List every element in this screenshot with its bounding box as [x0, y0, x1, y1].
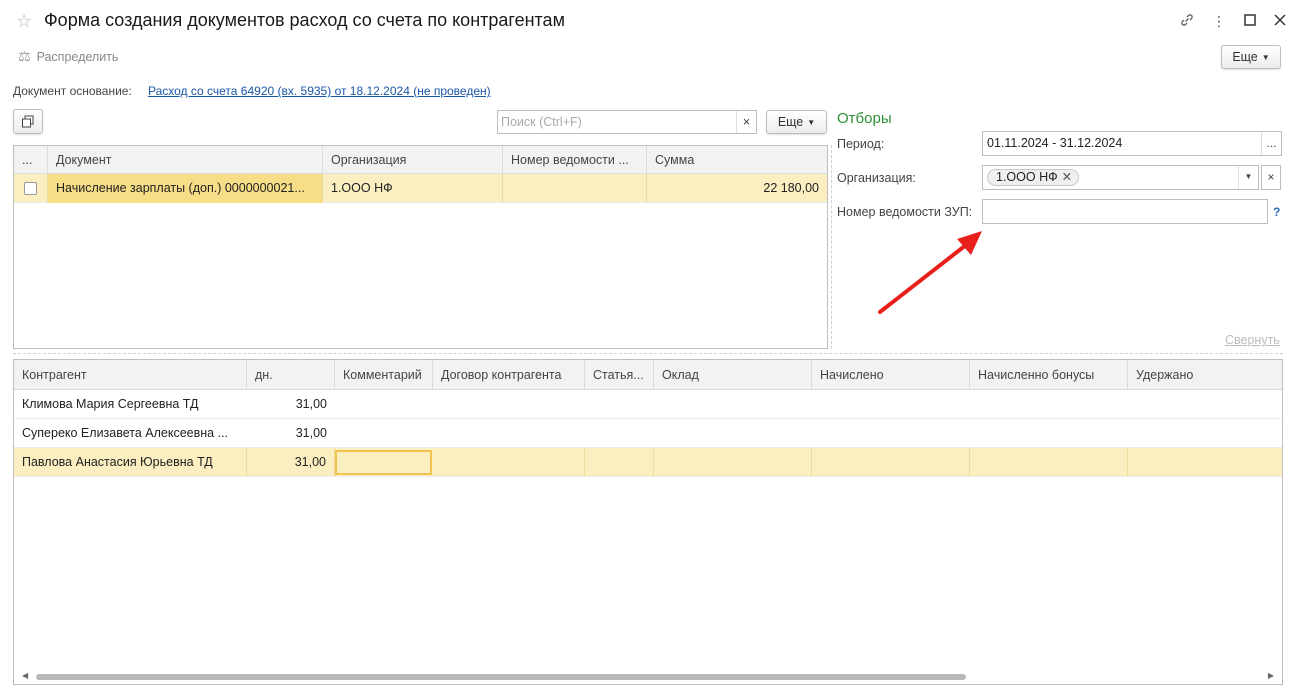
link-icon[interactable] [1178, 12, 1196, 30]
organization-field[interactable]: 1.ООО НФ ✕ ▼ [982, 165, 1259, 190]
filters-title: Отборы [837, 110, 892, 127]
organization-tag-label: 1.ООО НФ [996, 170, 1058, 184]
col-accrued[interactable]: Начислено [812, 360, 970, 390]
table-row[interactable]: Суперeко Елизавета Алексеевна ... 31,00 [14, 419, 1282, 448]
col-organization[interactable]: Организация [323, 146, 503, 174]
organization-cell[interactable]: 1.ООО НФ [323, 174, 503, 203]
comment-edit-cell[interactable] [335, 450, 432, 475]
table-more-label: Еще [777, 115, 804, 129]
clear-search-icon[interactable]: × [736, 111, 756, 133]
scales-icon: ⚖ [18, 48, 31, 64]
zup-input[interactable] [982, 199, 1268, 224]
days-cell[interactable]: 31,00 [247, 419, 335, 448]
col-bonus[interactable]: Начисленно бонусы [970, 360, 1128, 390]
col-mark[interactable]: ... [14, 146, 48, 174]
clear-organization-button[interactable]: × [1261, 165, 1281, 190]
search-placeholder: Поиск (Ctrl+F) [501, 115, 582, 129]
help-icon[interactable]: ? [1273, 205, 1280, 219]
caret-down-icon: ▼ [1261, 52, 1270, 62]
organization-label: Организация: [837, 171, 916, 185]
col-article[interactable]: Статья... [585, 360, 654, 390]
period-label: Период: [837, 137, 885, 151]
table-row[interactable]: Павлова Анастасия Юрьевна ТД 31,00 [14, 448, 1282, 477]
period-select-button[interactable]: ... [1261, 132, 1281, 155]
col-statement-no[interactable]: Номер ведомости ... [503, 146, 647, 174]
remove-tag-icon[interactable]: ✕ [1062, 170, 1072, 184]
counterparty-cell[interactable]: Климова Мария Сергеевна ТД [14, 390, 247, 419]
col-withheld[interactable]: Удержано [1128, 360, 1282, 390]
scrollbar-thumb[interactable] [36, 674, 966, 680]
window-title: Форма создания документов расход со счет… [44, 10, 565, 30]
withheld-cell[interactable] [1128, 448, 1282, 477]
zup-label: Номер ведомости ЗУП: [837, 205, 973, 219]
distribute-label: Распределить [36, 50, 119, 64]
table-row[interactable]: Климова Мария Сергеевна ТД 31,00 [14, 390, 1282, 419]
mark-cell [14, 174, 48, 203]
more-button[interactable]: Еще ▼ [1221, 45, 1281, 69]
col-contract[interactable]: Договор контрагента [433, 360, 585, 390]
bonus-cell[interactable] [970, 448, 1128, 477]
accrued-cell[interactable] [812, 448, 970, 477]
more-button-label: Еще [1232, 50, 1258, 64]
doc-basis-link[interactable]: Расход со счета 64920 (вх. 5935) от 18.1… [148, 84, 491, 98]
days-cell[interactable]: 31,00 [247, 390, 335, 419]
scroll-left-icon[interactable]: ◀ [22, 671, 28, 680]
col-salary[interactable]: Оклад [654, 360, 812, 390]
document-cell[interactable]: Начисление зарплаты (доп.) 0000000021... [48, 174, 323, 203]
table-row[interactable]: Начисление зарплаты (доп.) 0000000021...… [14, 174, 827, 203]
title-bar: ☆ Форма создания документов расход со сч… [0, 0, 1300, 42]
more-vertical-icon[interactable]: ⋮ [1210, 12, 1228, 30]
vertical-splitter[interactable] [831, 145, 832, 349]
horizontal-scrollbar[interactable]: ◀ ▶ [14, 670, 1282, 684]
collapse-link[interactable]: Свернуть [1225, 333, 1280, 347]
close-icon[interactable] [1271, 12, 1289, 30]
col-days[interactable]: дн. [247, 360, 335, 390]
documents-table-header: ... Документ Организация Номер ведомости… [14, 146, 827, 174]
statement-no-cell[interactable] [503, 174, 647, 203]
amount-cell[interactable]: 22 180,00 [647, 174, 827, 203]
col-amount[interactable]: Сумма [647, 146, 827, 174]
table-more-button[interactable]: Еще ▼ [766, 110, 827, 134]
period-field[interactable]: 01.11.2024 - 31.12.2024 ... [982, 131, 1282, 156]
dropdown-icon[interactable]: ▼ [1238, 166, 1258, 189]
col-comment[interactable]: Комментарий [335, 360, 433, 390]
contract-cell[interactable] [433, 448, 585, 477]
star-icon[interactable]: ☆ [16, 11, 36, 31]
col-document[interactable]: Документ [48, 146, 323, 174]
salary-cell[interactable] [654, 448, 812, 477]
documents-table: ... Документ Организация Номер ведомости… [13, 145, 828, 349]
maximize-icon[interactable] [1241, 12, 1259, 30]
counterparties-table-header: Контрагент дн. Комментарий Договор контр… [14, 360, 1282, 390]
counterparty-cell[interactable]: Павлова Анастасия Юрьевна ТД [14, 448, 247, 477]
doc-basis-label: Документ основание: [13, 84, 132, 98]
col-counterparty[interactable]: Контрагент [14, 360, 247, 390]
article-cell[interactable] [585, 448, 654, 477]
caret-down-icon: ▼ [807, 117, 816, 127]
search-input[interactable]: Поиск (Ctrl+F) × [497, 110, 757, 134]
distribute-button[interactable]: ⚖ Распределить [18, 48, 118, 65]
organization-tag[interactable]: 1.ООО НФ ✕ [987, 169, 1080, 186]
scroll-right-icon[interactable]: ▶ [1268, 671, 1274, 680]
days-cell[interactable]: 31,00 [247, 448, 335, 477]
period-value: 01.11.2024 - 31.12.2024 [987, 136, 1123, 150]
counterparties-table: Контрагент дн. Комментарий Договор контр… [13, 359, 1283, 685]
copy-button[interactable] [13, 109, 43, 134]
horizontal-splitter[interactable] [13, 353, 1283, 354]
annotation-arrow [870, 225, 990, 323]
counterparty-cell[interactable]: Суперeко Елизавета Алексеевна ... [14, 419, 247, 448]
